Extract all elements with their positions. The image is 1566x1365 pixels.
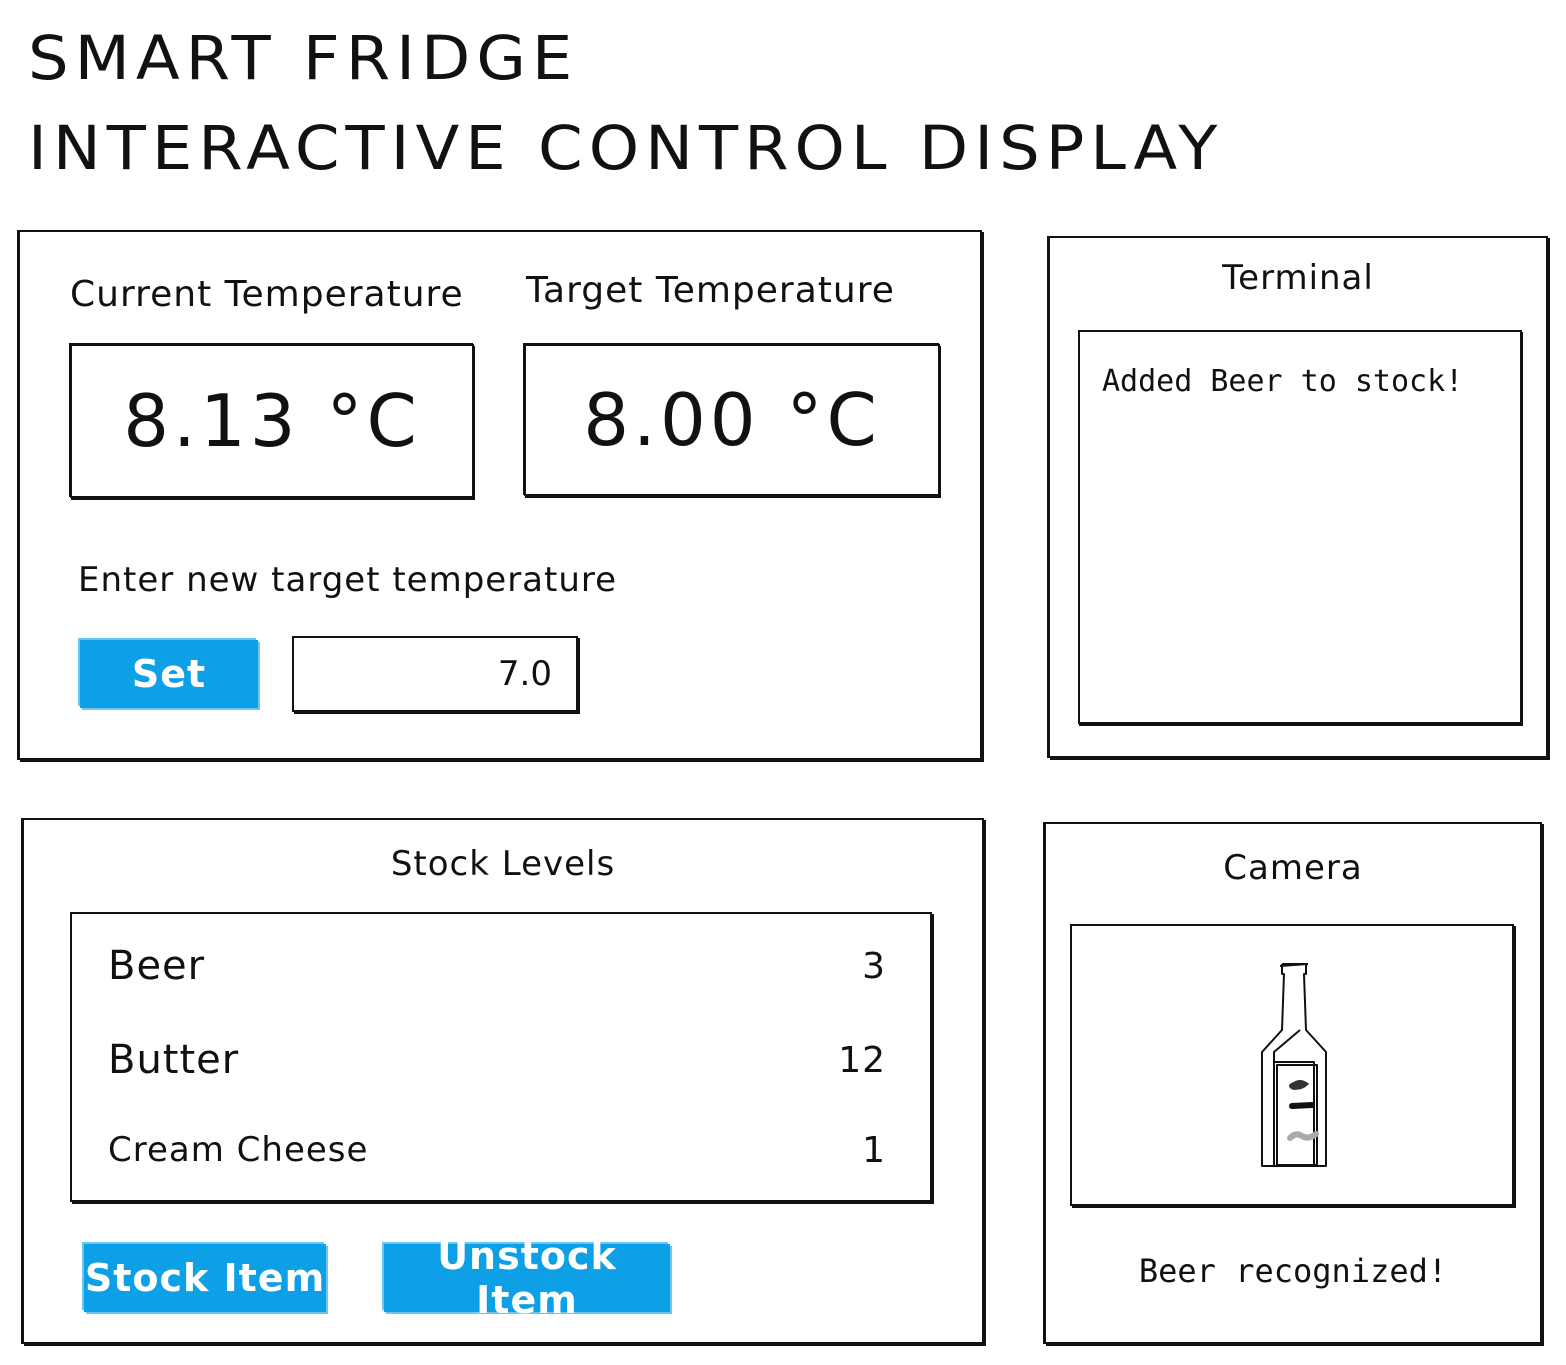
list-item[interactable]: Beer 3: [108, 936, 886, 996]
stock-item-quantity: 3: [862, 945, 886, 987]
stock-levels-title: Stock Levels: [390, 844, 616, 884]
camera-view: [1070, 924, 1514, 1206]
camera-status: Beer recognized!: [1138, 1252, 1448, 1290]
target-temperature-label: Target Temperature: [526, 270, 895, 311]
stock-list: Beer 3 Butter 12 Cream Cheese 1: [70, 912, 932, 1202]
stock-panel: Stock Levels Beer 3 Butter 12 Cream Chee…: [22, 818, 984, 1344]
terminal-title: Terminal: [1222, 258, 1374, 298]
list-item[interactable]: Cream Cheese 1: [108, 1120, 886, 1180]
current-temperature-label: Current Temperature: [70, 274, 464, 315]
stock-item-quantity: 1: [862, 1129, 886, 1171]
app-title-line1: SMART FRIDGE: [28, 23, 579, 95]
stock-item-name: Cream Cheese: [108, 1130, 369, 1170]
bottle-icon: [1261, 963, 1327, 1167]
new-target-temperature-label: Enter new target temperature: [78, 560, 618, 600]
current-temperature-display: 8.13 °C: [70, 344, 474, 498]
target-temperature-input[interactable]: [292, 636, 578, 712]
camera-panel: Camera Beer recognized!: [1044, 822, 1542, 1344]
unstock-item-button[interactable]: Unstock Item: [384, 1234, 670, 1322]
stock-item-name: Beer: [108, 943, 206, 989]
stock-item-name: Butter: [108, 1037, 240, 1083]
stock-item-quantity: 12: [838, 1039, 886, 1081]
set-temperature-button[interactable]: Set: [80, 640, 258, 708]
terminal-line: Added Beer to stock!: [1102, 364, 1464, 399]
camera-title: Camera: [1223, 848, 1363, 888]
target-temperature-display: 8.00 °C: [524, 344, 940, 496]
terminal-panel: Terminal Added Beer to stock!: [1048, 236, 1548, 758]
temperature-panel: Current Temperature Target Temperature 8…: [18, 230, 982, 760]
list-item[interactable]: Butter 12: [108, 1030, 886, 1090]
terminal-output: Added Beer to stock!: [1078, 330, 1522, 724]
stock-item-button[interactable]: Stock Item: [84, 1244, 326, 1312]
app-title-line2: INTERACTIVE CONTROL DISPLAY: [28, 113, 1224, 185]
